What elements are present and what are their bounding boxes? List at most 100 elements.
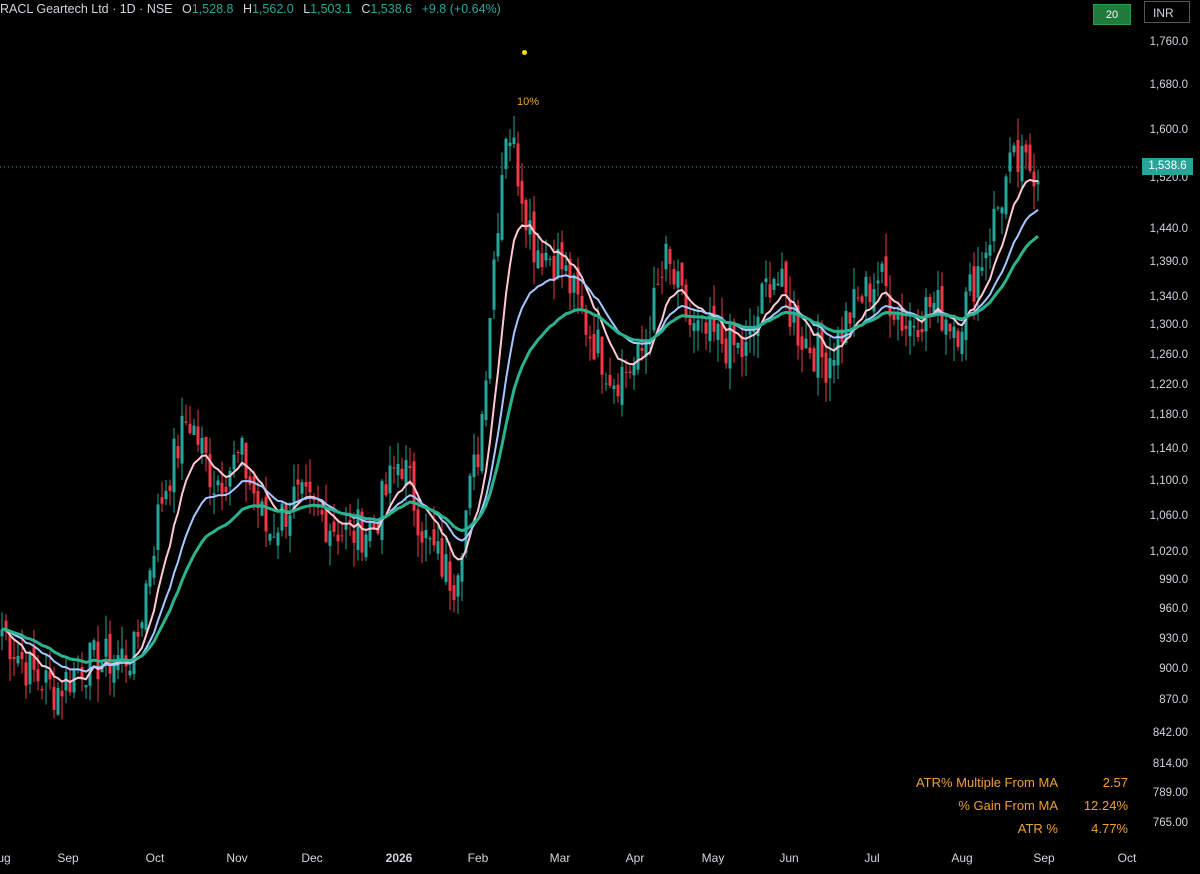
candle-body bbox=[948, 323, 952, 332]
candle-body bbox=[812, 348, 816, 372]
candle-body bbox=[148, 570, 152, 587]
open-label: O bbox=[182, 2, 192, 16]
candle-body bbox=[512, 137, 516, 145]
candle-body bbox=[488, 318, 492, 379]
candle-body bbox=[924, 296, 928, 332]
candle-body bbox=[976, 266, 980, 298]
candle-body bbox=[152, 555, 156, 578]
candle-body bbox=[780, 268, 784, 287]
high-label: H bbox=[242, 2, 252, 16]
candle-body bbox=[212, 493, 216, 496]
candle-body bbox=[492, 259, 496, 310]
stat-value: 2.57 bbox=[1102, 775, 1128, 790]
candle-body bbox=[448, 561, 452, 591]
stat-label: % Gain From MA bbox=[958, 798, 1058, 813]
candle-body bbox=[144, 583, 148, 631]
candle-body bbox=[92, 640, 96, 651]
candle-body bbox=[320, 509, 324, 515]
symbol-title[interactable]: RACL Geartech Ltd · 1D · NSE bbox=[0, 2, 173, 16]
candle-body bbox=[928, 296, 932, 308]
ma-mid-line bbox=[1, 209, 1039, 673]
candle-body bbox=[328, 530, 332, 546]
candle-body bbox=[20, 651, 24, 660]
candle-body bbox=[992, 208, 996, 242]
candle-body bbox=[936, 290, 940, 310]
candle-body bbox=[692, 323, 696, 331]
x-tick-label: Jul bbox=[864, 851, 879, 865]
candle-body bbox=[440, 538, 444, 577]
x-tick-label: Sep bbox=[57, 851, 79, 865]
y-tick-label: 1,680.0 bbox=[1150, 79, 1188, 91]
candle-body bbox=[856, 297, 860, 299]
candle-body bbox=[132, 631, 136, 674]
candlestick-chart[interactable]: 1,760.01,680.01,600.01,520.01,440.01,390… bbox=[0, 0, 1200, 874]
candle-body bbox=[500, 175, 504, 240]
candle-body bbox=[172, 438, 176, 493]
candle-body bbox=[296, 479, 300, 485]
candle-body bbox=[684, 284, 688, 319]
currency-button[interactable]: INR bbox=[1144, 1, 1190, 23]
close-value: 1,538.6 bbox=[370, 2, 413, 16]
candle-body bbox=[652, 287, 656, 331]
candle-body bbox=[880, 263, 884, 272]
event-dot-icon[interactable] bbox=[522, 50, 527, 55]
last-price-label: 1,538.6 bbox=[1142, 158, 1193, 175]
change-value: +9.8 (+0.64%) bbox=[421, 2, 501, 16]
candle-body bbox=[380, 480, 384, 541]
candle-body bbox=[308, 481, 312, 493]
y-tick-label: 1,180.0 bbox=[1150, 409, 1188, 421]
x-tick-label: May bbox=[702, 851, 725, 865]
stats-table: ATR% Multiple From MA 2.57 % Gain From M… bbox=[916, 771, 1128, 840]
candle-body bbox=[960, 331, 964, 355]
candle-body bbox=[220, 482, 224, 494]
x-tick-label: Oct bbox=[1118, 851, 1137, 865]
candle-body bbox=[404, 460, 408, 486]
candle-body bbox=[848, 312, 852, 324]
candle-body bbox=[676, 271, 680, 288]
period-button[interactable]: 20 bbox=[1093, 4, 1131, 25]
candle-body bbox=[540, 253, 544, 268]
candle-body bbox=[280, 503, 284, 531]
x-tick-label: Mar bbox=[550, 851, 571, 865]
x-tick-label: Jun bbox=[779, 851, 798, 865]
candle-body bbox=[120, 648, 124, 659]
stat-label: ATR % bbox=[1017, 821, 1058, 836]
candle-body bbox=[60, 690, 64, 697]
candle-body bbox=[28, 653, 32, 685]
ma-fast-line bbox=[1, 178, 1039, 684]
candle-body bbox=[496, 233, 500, 257]
candle-body bbox=[640, 348, 644, 351]
candle-body bbox=[508, 142, 512, 147]
y-tick-label: 1,340.0 bbox=[1150, 291, 1188, 303]
candle-body bbox=[140, 622, 144, 629]
candle-body bbox=[876, 280, 880, 284]
y-tick-label: 1,100.0 bbox=[1150, 475, 1188, 487]
candle-body bbox=[620, 366, 624, 405]
candle-body bbox=[164, 490, 168, 500]
candle-body bbox=[252, 476, 256, 494]
candle-body bbox=[428, 538, 432, 540]
candle-body bbox=[916, 330, 920, 338]
y-tick-label: 1,300.0 bbox=[1150, 319, 1188, 331]
x-axis[interactable]: Aug Sep Oct Nov Dec 2026 Feb Mar Apr May Jun Jul Aug… bbox=[0, 851, 1137, 865]
y-axis[interactable]: 1,760.01,680.01,600.01,520.01,440.01,390… bbox=[1150, 36, 1188, 829]
candle-body bbox=[996, 207, 1000, 209]
candle-body bbox=[216, 480, 220, 486]
candle-body bbox=[704, 322, 708, 334]
candle-body bbox=[908, 320, 912, 337]
candle-body bbox=[12, 656, 16, 660]
candle-body bbox=[188, 423, 192, 434]
candle-body bbox=[536, 250, 540, 269]
y-tick-label: 1,440.0 bbox=[1150, 223, 1188, 235]
symbol-header: RACL Geartech Ltd · 1D · NSE O1,528.8 H1… bbox=[0, 2, 501, 16]
candle-body bbox=[416, 509, 420, 536]
candle-body bbox=[244, 442, 248, 479]
candle-body bbox=[332, 521, 336, 532]
stat-value: 4.77% bbox=[1091, 821, 1128, 836]
candle-body bbox=[1032, 171, 1036, 187]
candle-body bbox=[832, 359, 836, 366]
candle-body bbox=[8, 635, 12, 660]
candle-body bbox=[16, 655, 20, 664]
candle-body bbox=[608, 375, 612, 386]
candle-body bbox=[276, 532, 280, 546]
